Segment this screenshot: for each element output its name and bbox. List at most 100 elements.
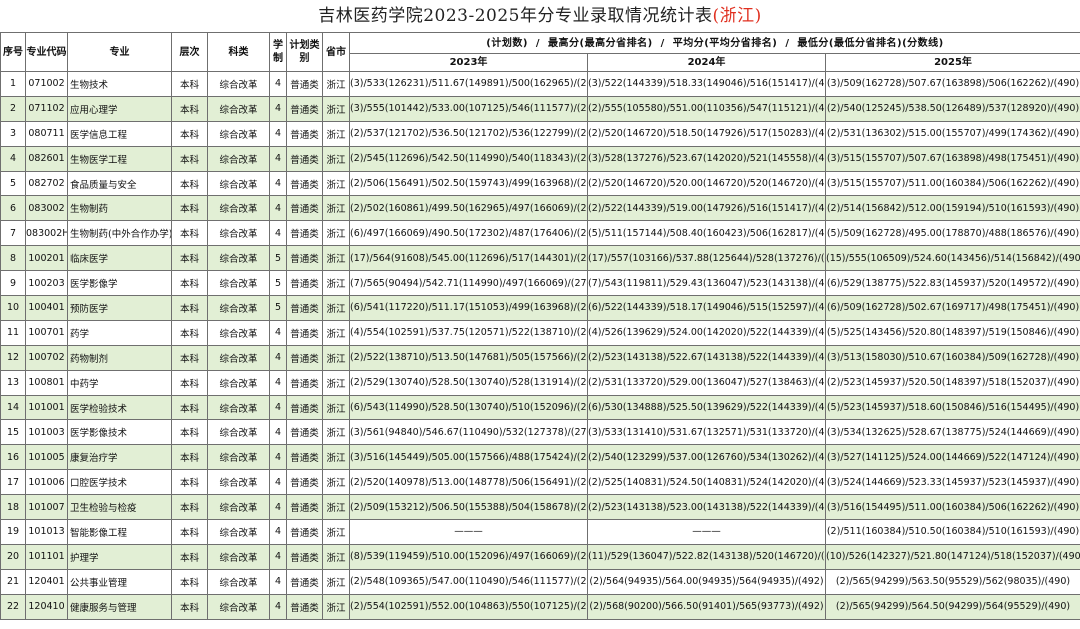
cell-code: 082702 — [25, 170, 68, 197]
cell-years: 4 — [269, 543, 287, 570]
cell-province: 浙江 — [322, 245, 350, 272]
cell-seq: 15 — [0, 419, 26, 446]
table-row: 13 100801 中药学 本科 综合改革 4 普通类 浙江 (2)/529(130740)/5… — [0, 369, 1080, 396]
cell-score-2023: (4)/554(102591)/537.75(120571)/522(13871… — [349, 319, 588, 346]
table-row: 10 100401 预防医学 本科 综合改革 5 普通类 浙江 (6)/541(117220)/… — [0, 295, 1080, 321]
table-row: 21 120401 公共事业管理 本科 综合改革 4 普通类 浙江 (2)/548(109365… — [0, 568, 1080, 595]
cell-score-2023: (2)/506(156491)/502.50(159743)/499(16396… — [349, 170, 588, 197]
cell-province: 浙江 — [322, 593, 350, 620]
cell-subject: 综合改革 — [207, 71, 270, 97]
cell-province: 浙江 — [322, 270, 350, 297]
cell-level: 本科 — [171, 170, 208, 197]
cell-score-2024: (2)/523(143138)/523.00(143138)/522(14433… — [587, 494, 826, 521]
cell-score-2024: (3)/528(137276)/523.67(142020)/521(14555… — [587, 145, 826, 172]
cell-score-2024: (2)/520(146720)/520.00(146720)/520(14672… — [587, 170, 826, 197]
table-row: 9 100203 医学影像学 本科 综合改革 5 普通类 浙江 (7)/565(90494)/5… — [0, 270, 1080, 297]
cell-score-2025: (2)/565(94299)/563.50(95529)/562(98035)/… — [825, 568, 1080, 595]
cell-score-2023: (8)/539(119459)/510.00(152096)/497(16606… — [349, 543, 588, 570]
table-row: 12 100702 药物制剂 本科 综合改革 4 普通类 浙江 (2)/522(138710)/… — [0, 344, 1080, 371]
cell-years: 4 — [269, 71, 287, 97]
title-region: 浙江 — [719, 6, 755, 26]
cell-years: 4 — [269, 568, 287, 595]
cell-code: 082601 — [25, 145, 68, 172]
cell-seq: 16 — [0, 444, 26, 471]
cell-score-2024: (2)/540(123299)/537.00(126760)/534(13026… — [587, 444, 826, 471]
cell-level: 本科 — [171, 369, 208, 396]
cell-level: 本科 — [171, 593, 208, 620]
table-row: 19 101013 智能影像工程 本科 综合改革 4 普通类 浙江 ——— ——— (2)/511(… — [0, 519, 1080, 545]
cell-plan-type: 普通类 — [286, 344, 323, 371]
cell-province: 浙江 — [322, 394, 350, 421]
title-region-close: ) — [754, 6, 762, 26]
cell-score-2024: ——— — [587, 519, 826, 545]
cell-level: 本科 — [171, 568, 208, 595]
cell-level: 本科 — [171, 344, 208, 371]
cell-score-2025: (5)/525(143456)/520.80(148397)/519(15084… — [825, 319, 1080, 346]
cell-plan-type: 普通类 — [286, 220, 323, 247]
cell-years: 5 — [269, 270, 287, 297]
table-row: 3 080711 医学信息工程 本科 综合改革 4 普通类 浙江 (2)/537(121702)… — [0, 120, 1080, 147]
cell-subject: 综合改革 — [207, 170, 270, 197]
cell-code: 101003 — [25, 419, 68, 446]
cell-years: 4 — [269, 319, 287, 346]
table-row: 14 101001 医学检验技术 本科 综合改革 4 普通类 浙江 (6)/543(114990… — [0, 394, 1080, 421]
cell-subject: 综合改革 — [207, 394, 270, 421]
cell-level: 本科 — [171, 419, 208, 446]
cell-subject: 综合改革 — [207, 494, 270, 521]
table-row: 2 071102 应用心理学 本科 综合改革 4 普通类 浙江 (3)/555(101442)/… — [0, 95, 1080, 122]
cell-subject: 综合改革 — [207, 519, 270, 545]
cell-plan-type: 普通类 — [286, 519, 323, 545]
cell-code: 120410 — [25, 593, 68, 620]
cell-province: 浙江 — [322, 494, 350, 521]
cell-major: 预防医学 — [67, 295, 172, 321]
cell-code: 080711 — [25, 120, 68, 147]
table-row: 8 100201 临床医学 本科 综合改革 5 普通类 浙江 (17)/564(91608)/5… — [0, 245, 1080, 272]
cell-score-2025: (6)/509(162728)/502.67(169717)/498(17545… — [825, 295, 1080, 321]
cell-code: 083002 — [25, 195, 68, 222]
cell-subject: 综合改革 — [207, 270, 270, 297]
cell-seq: 21 — [0, 568, 26, 595]
header-year-2024: 2024年 — [587, 53, 826, 72]
cell-province: 浙江 — [322, 145, 350, 172]
cell-score-2024: (5)/511(157144)/508.40(160423)/506(16281… — [587, 220, 826, 247]
table-row: 7 083002H 生物制药(中外合作办学) 本科 综合改革 4 普通类 浙江 (6)/497(… — [0, 220, 1080, 247]
header-code: 专业代码 — [25, 32, 68, 72]
cell-code: 071002 — [25, 71, 68, 97]
cell-level: 本科 — [171, 95, 208, 122]
cell-level: 本科 — [171, 220, 208, 247]
cell-code: 100801 — [25, 369, 68, 396]
cell-level: 本科 — [171, 195, 208, 222]
title-region-open: ( — [712, 6, 720, 26]
cell-major: 医学信息工程 — [67, 120, 172, 147]
cell-level: 本科 — [171, 295, 208, 321]
table-row: 5 082702 食品质量与安全 本科 综合改革 4 普通类 浙江 (2)/506(156491… — [0, 170, 1080, 197]
cell-score-2025: (3)/516(154495)/511.00(160384)/506(16226… — [825, 494, 1080, 521]
cell-level: 本科 — [171, 519, 208, 545]
page-title: 吉林医药学院2023-2025年分专业录取情况统计表(浙江) — [0, 0, 1080, 32]
header-year-2023: 2023年 — [349, 53, 588, 72]
cell-plan-type: 普通类 — [286, 145, 323, 172]
cell-plan-type: 普通类 — [286, 543, 323, 570]
cell-seq: 19 — [0, 519, 26, 545]
cell-seq: 7 — [0, 220, 26, 247]
cell-score-2024: (4)/526(139629)/524.00(142020)/522(14433… — [587, 319, 826, 346]
cell-code: 100702 — [25, 344, 68, 371]
cell-level: 本科 — [171, 319, 208, 346]
cell-subject: 综合改革 — [207, 469, 270, 496]
cell-province: 浙江 — [322, 295, 350, 321]
cell-subject: 综合改革 — [207, 295, 270, 321]
table-row: 6 083002 生物制药 本科 综合改革 4 普通类 浙江 (2)/502(160861)/4… — [0, 195, 1080, 222]
cell-province: 浙江 — [322, 543, 350, 570]
cell-code: 101006 — [25, 469, 68, 496]
cell-score-2025: (2)/540(125245)/538.50(126489)/537(12892… — [825, 95, 1080, 122]
cell-score-2025: (3)/524(144669)/523.33(145937)/523(14593… — [825, 469, 1080, 496]
cell-years: 4 — [269, 419, 287, 446]
cell-subject: 综合改革 — [207, 220, 270, 247]
cell-score-2023: (2)/522(138710)/513.50(147681)/505(15756… — [349, 344, 588, 371]
cell-score-2025: (2)/511(160384)/510.50(160384)/510(16159… — [825, 519, 1080, 545]
cell-score-2025: (3)/527(141125)/524.00(144669)/522(14712… — [825, 444, 1080, 471]
cell-score-2024: (2)/555(105580)/551.00(110356)/547(11512… — [587, 95, 826, 122]
cell-subject: 综合改革 — [207, 145, 270, 172]
cell-plan-type: 普通类 — [286, 270, 323, 297]
cell-plan-type: 普通类 — [286, 295, 323, 321]
